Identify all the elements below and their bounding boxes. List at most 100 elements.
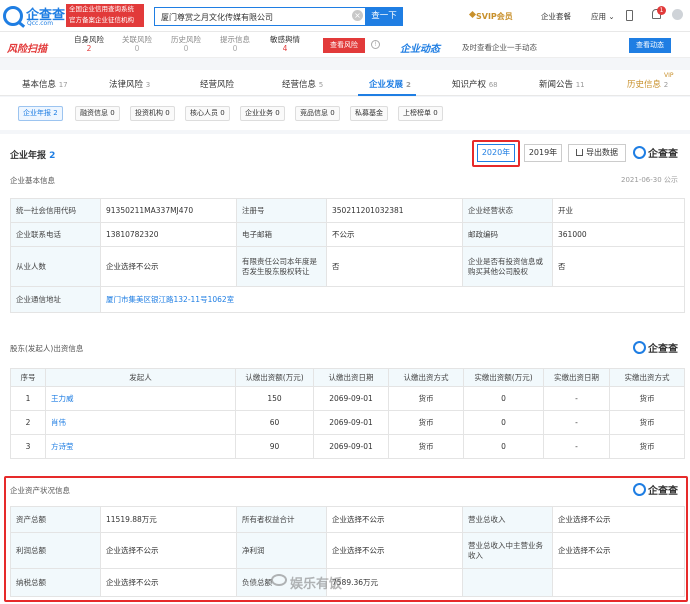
clear-icon[interactable]: ×	[352, 10, 363, 21]
field-value: 13810782320	[100, 222, 237, 247]
cell: 0	[463, 410, 544, 435]
cell: 货币	[609, 410, 685, 435]
risk-item-sentiment[interactable]: 敏感舆情 4	[262, 35, 308, 53]
cell: 2069-09-01	[313, 386, 389, 411]
column-header: 实缴出资额(万元)	[463, 368, 544, 387]
phone-icon[interactable]	[626, 10, 633, 21]
export-icon	[576, 149, 583, 156]
avatar[interactable]	[672, 9, 683, 20]
column-header: 序号	[10, 368, 46, 387]
shareholder-link[interactable]: 方诗莹	[45, 434, 236, 459]
row-index: 3	[10, 434, 46, 459]
cell: 货币	[388, 410, 464, 435]
shareholder-link[interactable]: 王力威	[45, 386, 236, 411]
row-index: 1	[10, 386, 46, 411]
cell: 货币	[609, 386, 685, 411]
qcc-logo-icon	[633, 146, 646, 159]
qcc-brand-text: 企查查	[648, 149, 678, 160]
cell: -	[543, 410, 610, 435]
field-label	[462, 568, 553, 597]
tab-legal-risk[interactable]: 法律风险 3	[109, 78, 150, 90]
year-2019-button[interactable]: 2019年	[524, 144, 562, 162]
tab-development[interactable]: 企业发展 2	[369, 78, 411, 90]
tab-ip[interactable]: 知识产权 68	[452, 78, 498, 90]
table-row: 2 肖伟 60 2069-09-01 货币 0 - 货币	[10, 410, 685, 435]
table-header-row: 序号 发起人 认缴出资额(万元) 认缴出资日期 认缴出资方式 实缴出资额(万元)…	[10, 368, 685, 387]
field-value: 7589.36万元	[326, 568, 463, 597]
qcc-logo-icon[interactable]	[3, 6, 23, 26]
subtab-private-fund[interactable]: 私募基金	[350, 106, 388, 121]
risk-item-related[interactable]: 关联风险 0	[114, 35, 160, 53]
publish-date: 2021-06-30 公示	[621, 176, 678, 184]
risk-item-count: 2	[86, 44, 92, 53]
year-2020-button[interactable]: 2020年	[477, 144, 515, 162]
tab-count: 2	[405, 81, 411, 89]
cell: 0	[463, 434, 544, 459]
tab-count: 17	[58, 81, 68, 89]
field-value: 企业选择不公示	[552, 506, 685, 533]
enterprise-package-link[interactable]: 企业套餐	[541, 11, 571, 22]
qcc-brand-mark: 企查查	[633, 341, 685, 355]
view-risk-button[interactable]: 查看风险	[323, 38, 365, 53]
field-label: 邮政编码	[462, 222, 553, 247]
subtab-investors[interactable]: 投资机构 0	[130, 106, 175, 121]
field-label: 从业人数	[10, 246, 101, 287]
cell: 货币	[388, 434, 464, 459]
subtab-annual-report[interactable]: 企业年报 2	[18, 106, 63, 121]
search-input[interactable]: 厦门尊赏之月文化传媒有限公司	[154, 7, 367, 26]
shareholder-link[interactable]: 肖伟	[45, 410, 236, 435]
tab-label: 法律风险	[109, 80, 144, 90]
chevron-down-icon: ⌄	[608, 12, 615, 21]
vip-tag: VIP	[664, 72, 674, 79]
qcc-logo-icon	[633, 483, 646, 496]
tab-news[interactable]: 新闻公告 11	[539, 78, 585, 90]
risk-item-self[interactable]: 自身风险 2	[66, 35, 112, 53]
address-link[interactable]: 厦门市集美区银江路132-11号1062室	[100, 286, 685, 313]
subtab-competitors[interactable]: 竞品信息 0	[295, 106, 340, 121]
active-tab-indicator	[358, 94, 416, 96]
export-button[interactable]: 导出数据	[568, 144, 626, 162]
subtab-financing[interactable]: 融资信息 0	[75, 106, 120, 121]
shareholder-table: 序号 发起人 认缴出资额(万元) 认缴出资日期 认缴出资方式 实缴出资额(万元)…	[10, 368, 685, 459]
subtab-rankings[interactable]: 上榜榜单 0	[398, 106, 443, 121]
tab-label: 企业发展	[369, 80, 404, 90]
subtab-core-staff[interactable]: 核心人员 0	[185, 106, 230, 121]
info-icon[interactable]: !	[371, 40, 380, 49]
notice-badge[interactable]: 全国企业信用查询系统 官方备案企业征信机构	[66, 4, 144, 27]
tab-business-info[interactable]: 经营信息 5	[282, 78, 323, 90]
field-value: 11519.88万元	[100, 506, 237, 533]
asset-heading: 企业资产状况信息	[10, 486, 70, 495]
apps-label: 应用	[591, 12, 606, 21]
cell: -	[543, 434, 610, 459]
risk-item-history[interactable]: 历史风险 0	[163, 35, 209, 53]
view-trend-button[interactable]: 查看动态	[629, 38, 671, 53]
field-value: 企业选择不公示	[326, 506, 463, 533]
risk-item-count: 0	[183, 44, 189, 53]
field-value: 91350211MA337MJ470	[100, 198, 237, 223]
subtab-business[interactable]: 企业业务 0	[240, 106, 285, 121]
trend-title: 企业动态	[400, 44, 440, 55]
basic-info-heading: 企业基本信息	[10, 176, 55, 185]
field-label: 注册号	[236, 198, 327, 223]
tab-basic-info[interactable]: 基本信息 17	[22, 78, 68, 90]
apps-menu[interactable]: 应用 ⌄	[591, 11, 615, 22]
field-value: 350211201032381	[326, 198, 463, 223]
field-value: 不公示	[326, 222, 463, 247]
field-value	[552, 568, 685, 597]
cell: 货币	[388, 386, 464, 411]
table-row: 统一社会信用代码 91350211MA337MJ470 注册号 35021120…	[10, 198, 685, 223]
table-row: 企业联系电话 13810782320 电子邮箱 不公示 邮政编码 361000	[10, 222, 685, 247]
notice-line-2: 官方备案企业征信机构	[69, 16, 134, 24]
tab-history[interactable]: 历史信息 2	[627, 78, 668, 90]
risk-item-hints[interactable]: 提示信息 0	[212, 35, 258, 53]
tab-count: 11	[575, 81, 585, 89]
annual-report-count: 2	[49, 151, 56, 161]
svip-link[interactable]: SVIP会员	[476, 11, 513, 22]
tab-count: 3	[145, 81, 151, 89]
tab-business-risk[interactable]: 经营风险	[200, 78, 234, 90]
cell: 2069-09-01	[313, 434, 389, 459]
table-row: 1 王力威 150 2069-09-01 货币 0 - 货币	[10, 386, 685, 411]
tab-label: 知识产权	[452, 80, 487, 90]
search-button[interactable]: 查一下	[365, 7, 403, 26]
tab-count: 68	[488, 81, 498, 89]
